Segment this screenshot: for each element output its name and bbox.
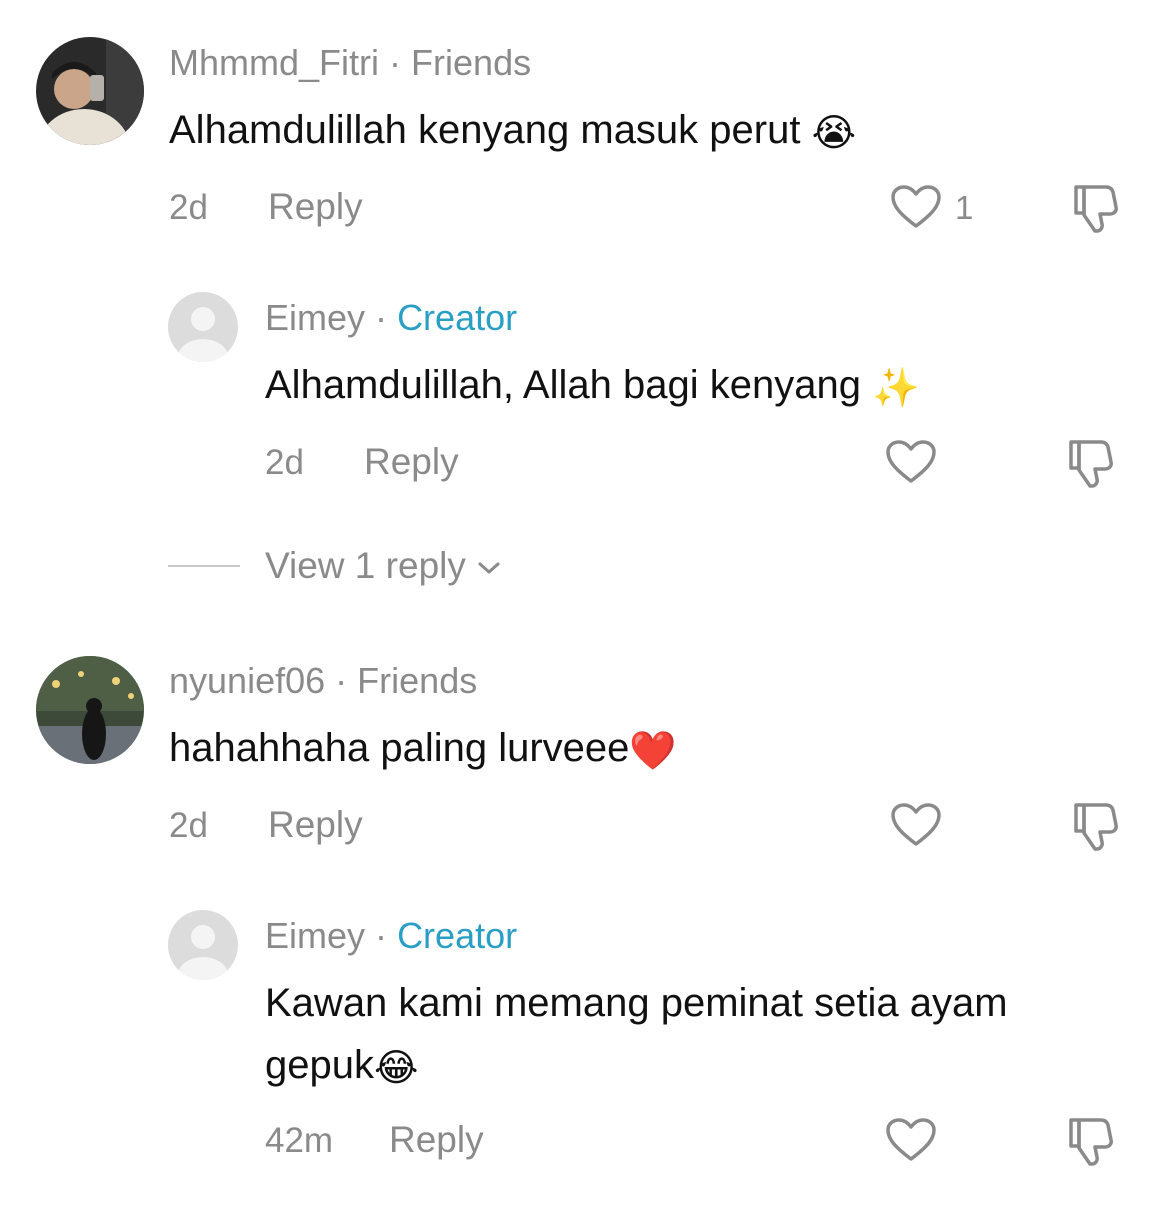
comment-text: Alhamdulillah, Allah bagi kenyang ✨ <box>265 354 919 418</box>
separator: · <box>375 297 388 338</box>
comment-body: Alhamdulillah, Allah bagi kenyang <box>265 363 861 407</box>
comment-timestamp: 2d <box>265 443 304 482</box>
chevron-down-icon <box>478 562 500 574</box>
relationship-badge: Friends <box>411 42 532 83</box>
view-replies-label: View 1 reply <box>265 545 466 586</box>
reply-button[interactable]: Reply <box>268 186 363 228</box>
separator: · <box>335 660 348 701</box>
comment-body-line-2: gepuk😂 <box>265 1034 1008 1098</box>
separator: · <box>389 42 402 83</box>
sparkles-emoji: ✨ <box>872 365 920 410</box>
separator: · <box>375 915 388 956</box>
like-count: 1 <box>955 189 974 226</box>
comment-body: Alhamdulillah kenyang masuk perut <box>169 108 801 152</box>
heart-icon <box>891 185 941 228</box>
relationship-badge: Friends <box>357 660 478 701</box>
dislike-button[interactable] <box>1070 801 1124 853</box>
like-button[interactable] <box>890 184 946 232</box>
dislike-icon <box>1069 1118 1113 1166</box>
username[interactable]: Eimey <box>265 297 365 338</box>
avatar[interactable] <box>36 37 144 145</box>
dislike-button[interactable] <box>1065 1116 1119 1168</box>
reply-button[interactable]: Reply <box>364 441 459 483</box>
username[interactable]: nyunief06 <box>169 660 325 701</box>
avatar[interactable] <box>36 656 144 764</box>
red-heart-emoji: ❤️ <box>629 728 677 773</box>
comment-body: hahahhaha paling lurveee <box>169 726 630 770</box>
view-replies-button[interactable]: View 1 reply <box>265 545 502 587</box>
divider-line <box>168 565 240 567</box>
dislike-button[interactable] <box>1065 438 1119 490</box>
comment-text: hahahhaha paling lurveee❤️ <box>169 717 677 781</box>
default-avatar-icon[interactable] <box>168 910 238 980</box>
comment-text: Kawan kami memang peminat setia ayam gep… <box>265 972 1008 1098</box>
like-button[interactable] <box>885 1117 941 1165</box>
comment-timestamp: 2d <box>169 806 208 845</box>
dislike-icon <box>1074 803 1118 851</box>
dislike-button[interactable] <box>1070 183 1124 235</box>
crying-emoji: 😭 <box>811 110 856 155</box>
comment-header: nyunief06 · Friends <box>169 660 477 702</box>
creator-badge: Creator <box>397 297 518 338</box>
comment-header: Eimey · Creator <box>265 915 517 957</box>
reply-button[interactable]: Reply <box>268 804 363 846</box>
like-button[interactable] <box>890 802 946 850</box>
comment-header: Mhmmd_Fitri · Friends <box>169 42 531 84</box>
heart-icon <box>886 1118 936 1161</box>
dislike-icon <box>1074 185 1118 233</box>
reply-button[interactable]: Reply <box>389 1119 484 1161</box>
heart-icon <box>886 440 936 483</box>
creator-badge: Creator <box>397 915 518 956</box>
comment-body-line-2-text: gepuk <box>265 1043 374 1087</box>
dislike-icon <box>1069 440 1113 488</box>
username[interactable]: Eimey <box>265 915 365 956</box>
laughing-emoji: 😂 <box>373 1045 419 1090</box>
default-avatar-icon[interactable] <box>168 292 238 362</box>
comment-text: Alhamdulillah kenyang masuk perut 😭 <box>169 99 856 163</box>
like-button[interactable] <box>885 439 941 487</box>
username[interactable]: Mhmmd_Fitri <box>169 42 379 83</box>
comment-body-line-1: Kawan kami memang peminat setia ayam <box>265 981 1008 1025</box>
comment-timestamp: 42m <box>265 1121 334 1160</box>
comment-timestamp: 2d <box>169 188 208 227</box>
heart-icon <box>891 803 941 846</box>
comment-header: Eimey · Creator <box>265 297 517 339</box>
